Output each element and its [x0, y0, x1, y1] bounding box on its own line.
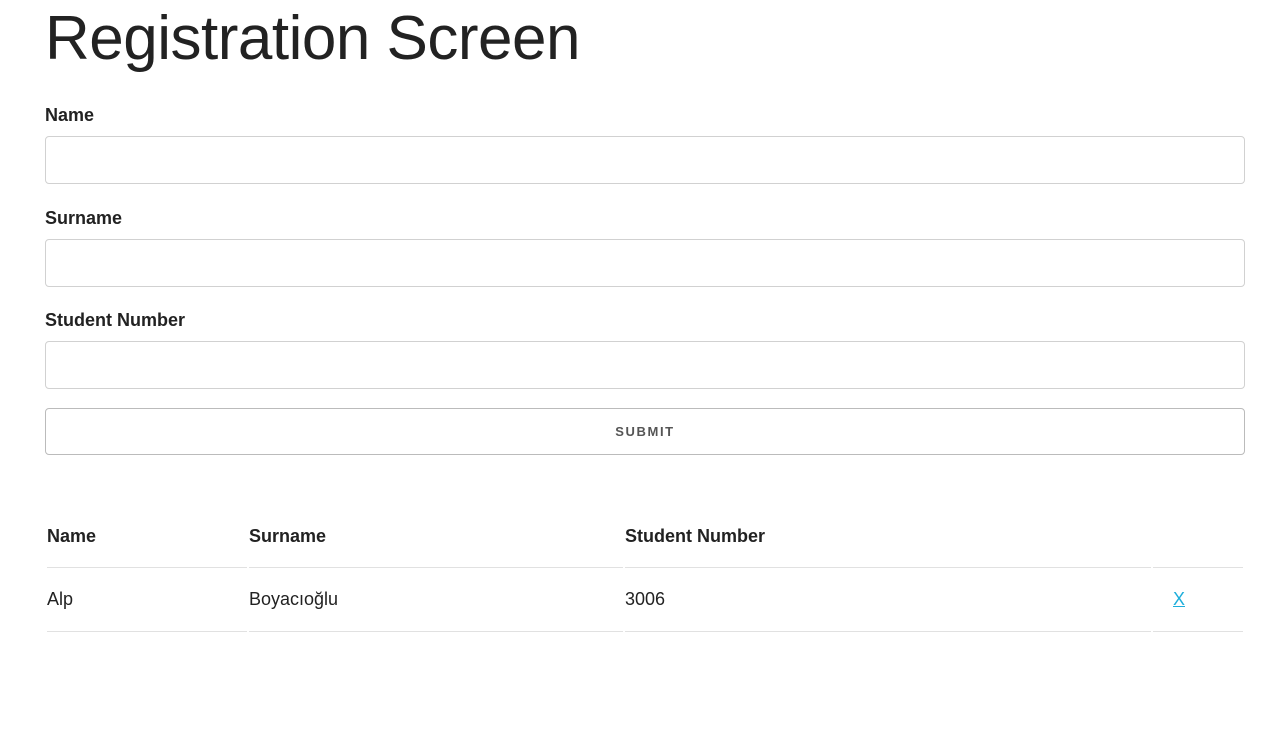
registration-page: Registration Screen Name Surname Student… — [0, 0, 1282, 731]
surname-input[interactable] — [45, 239, 1245, 287]
table-header-row: Name Surname Student Number — [47, 505, 1243, 568]
table-row: Alp Boyacıoğlu 3006 X — [47, 568, 1243, 632]
name-label: Name — [45, 105, 95, 125]
submit-button[interactable]: SUBMIT — [45, 408, 1245, 455]
cell-surname: Boyacıoğlu — [249, 568, 623, 632]
header-student-number: Student Number — [625, 505, 1151, 568]
header-surname: Surname — [249, 505, 623, 568]
header-name: Name — [47, 505, 247, 568]
student-number-label: Student Number — [45, 310, 186, 330]
surname-label: Surname — [45, 208, 123, 228]
name-input[interactable] — [45, 136, 1245, 184]
cell-name: Alp — [47, 568, 247, 632]
cell-student-number: 3006 — [625, 568, 1151, 632]
remove-row-link[interactable]: X — [1173, 589, 1185, 609]
students-table: Name Surname Student Number Alp Boyacıoğ… — [45, 505, 1245, 632]
cell-action: X — [1153, 568, 1243, 632]
header-action — [1153, 505, 1243, 568]
page-title: Registration Screen — [45, 4, 581, 73]
student-number-input[interactable] — [45, 341, 1245, 389]
